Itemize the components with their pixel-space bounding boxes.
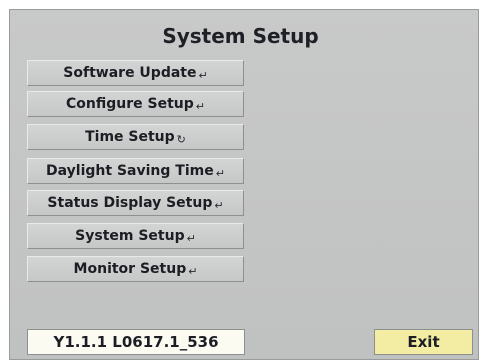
menu-item-time-setup[interactable]: Time Setup ↻ bbox=[27, 124, 244, 150]
menu-item-label: Status Display Setup bbox=[47, 195, 213, 211]
version-label: Y1.1.1 L0617.1_536 bbox=[27, 329, 245, 355]
menu-item-daylight-saving-time[interactable]: Daylight Saving Time ↵ bbox=[27, 158, 244, 184]
enter-icon: ↵ bbox=[198, 68, 208, 82]
menu-item-label: Software Update bbox=[63, 65, 197, 81]
enter-icon: ↵ bbox=[195, 99, 205, 113]
menu-item-configure-setup[interactable]: Configure Setup ↵ bbox=[27, 91, 244, 117]
menu-item-label: Daylight Saving Time bbox=[46, 163, 214, 179]
enter-icon: ↵ bbox=[186, 231, 196, 245]
menu-item-software-update[interactable]: Software Update ↵ bbox=[27, 60, 244, 86]
menu-item-label: Time Setup bbox=[85, 129, 175, 145]
menu-item-system-setup[interactable]: System Setup ↵ bbox=[27, 223, 244, 249]
refresh-icon: ↻ bbox=[176, 132, 186, 146]
enter-icon: ↵ bbox=[215, 166, 225, 180]
page-title: System Setup bbox=[162, 24, 319, 48]
menu-item-status-display-setup[interactable]: Status Display Setup ↵ bbox=[27, 190, 244, 216]
enter-icon: ↵ bbox=[188, 264, 198, 278]
exit-button[interactable]: Exit bbox=[374, 329, 473, 355]
top-border bbox=[0, 0, 481, 9]
menu-item-label: System Setup bbox=[75, 228, 185, 244]
enter-icon: ↵ bbox=[214, 198, 224, 212]
menu-item-label: Configure Setup bbox=[66, 96, 194, 112]
menu-item-monitor-setup[interactable]: Monitor Setup ↵ bbox=[27, 256, 244, 282]
menu-item-label: Monitor Setup bbox=[73, 261, 187, 277]
